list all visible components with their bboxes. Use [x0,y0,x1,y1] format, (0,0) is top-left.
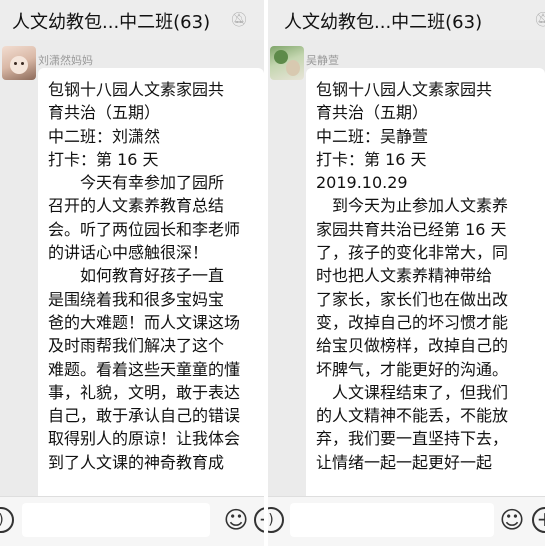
message-line: 人文课程结束了，但我们 [316,382,509,402]
bell-muted-icon: 🔕︎ [230,12,248,28]
emoji-icon[interactable]: ☺ [222,506,250,534]
message-line: 中二班：吴静萱 [316,126,429,146]
message-line: 了家长，家长们也在做出改 [316,289,509,309]
voice-icon[interactable]: ) [0,507,14,533]
message-line: 育共治（五期） [48,103,161,123]
message-line: 召开的人文素养教育总结 [48,196,225,216]
message-line: 会。听了两位园长和李老师 [48,219,241,239]
message-bubble[interactable]: 包钢十八园人文素家园共 育共治（五期） 中二班：刘潇然 打卡：第 16 天 今天有幸参… [38,68,264,508]
message-line: 打卡：第 16 天 [48,149,159,169]
message-text: 包钢十八园人文素家园共 育共治（五期） 中二班：吴静萱 打卡：第 16 天 2019.1… [316,78,541,474]
message-line: 让情绪一起一起更好一起 [316,452,493,472]
message-line: 家园共育共治已经第 16 天 [316,219,507,239]
message-line: 的人文精神不能丢，不能放 [316,406,509,426]
message-line: 包钢十八园人文素家园共 [316,80,493,99]
message-line: 包钢十八园人文素家园共 [48,80,225,99]
message-line: 给宝贝做榜样，改掉自己的 [316,336,509,356]
message-line: 今天有幸参加了园所 [48,173,225,193]
message-bubble[interactable]: 包钢十八园人文素家园共 育共治（五期） 中二班：吴静萱 打卡：第 16 天 2019.1… [306,68,545,508]
message-line: 如何教育好孩子一直 [48,266,225,286]
message-line: 事，礼貌，文明，敢于表达 [48,382,241,402]
avatar[interactable] [2,46,36,80]
bell-muted-icon: 🔕︎ [534,12,545,28]
chat-title[interactable]: 人文幼教包...中二班(63) [284,8,482,34]
chat-header: 人文幼教包...中二班(63) 🔕︎ [268,0,545,40]
avatar[interactable] [270,46,304,80]
emoji-icon[interactable]: ☺ [498,506,526,534]
sender-name: 吴静萱 [306,54,339,67]
message-line: 打卡：第 16 天 [316,149,427,169]
message-line: 弃，我们要一直坚持下去， [316,429,509,449]
message-line: 育共治（五期） [316,103,429,123]
message-text: 包钢十八园人文素家园共 育共治（五期） 中二班：刘潇然 打卡：第 16 天 今天有幸参… [48,78,260,474]
message-line: 到了人文课的神奇教育成 [48,452,225,472]
plus-icon[interactable]: + [532,507,545,533]
message-line: 的讲话心中感触很深！ [48,243,209,263]
message-input[interactable] [22,503,210,537]
chat-header: 人文幼教包...中二班(63) 🔕︎ [0,0,264,40]
input-bar: ) ☺ + [0,496,264,546]
message-line: 坏脾气，才能更好的沟通。 [316,359,509,379]
chat-title[interactable]: 人文幼教包...中二班(63) [12,8,210,34]
message-line: 爸的大难题！而人文课这场 [48,312,241,332]
chat-panel-right: 人文幼教包...中二班(63) 🔕︎ 吴静萱 包钢十八园人文素家园共 育共治（五期… [268,0,545,546]
message-line: 及时雨帮我们解决了这个 [48,336,225,356]
message-line: 是围绕着我和很多宝妈宝 [48,289,225,309]
message-line: 到今天为止参加人文素养 [316,196,509,216]
screenshot-collage: 人文幼教包...中二班(63) 🔕︎ 刘潇然妈妈 包钢十八园人文素家园共 育共治（… [0,0,545,546]
chat-panel-left: 人文幼教包...中二班(63) 🔕︎ 刘潇然妈妈 包钢十八园人文素家园共 育共治（… [0,0,264,546]
plus-icon[interactable]: + [254,507,264,533]
message-input[interactable] [290,503,494,537]
voice-icon[interactable]: ) [268,507,284,533]
message-line: 中二班：刘潇然 [48,126,161,146]
message-line: 时也把人文素养精神带给 [316,266,493,286]
message-line: 难题。看着这些天童童的懂 [48,359,241,379]
message-line: 自己，敢于承认自己的错误 [48,406,241,426]
message-line: 2019.10.29 [316,173,408,193]
message-line: 了，孩子的变化非常大，同 [316,243,509,263]
message-line: 取得别人的原谅！让我体会 [48,429,241,449]
message-line: 变，改掉自己的坏习惯才能 [316,312,509,332]
sender-name: 刘潇然妈妈 [38,54,93,67]
input-bar: ) ☺ + [268,496,545,546]
